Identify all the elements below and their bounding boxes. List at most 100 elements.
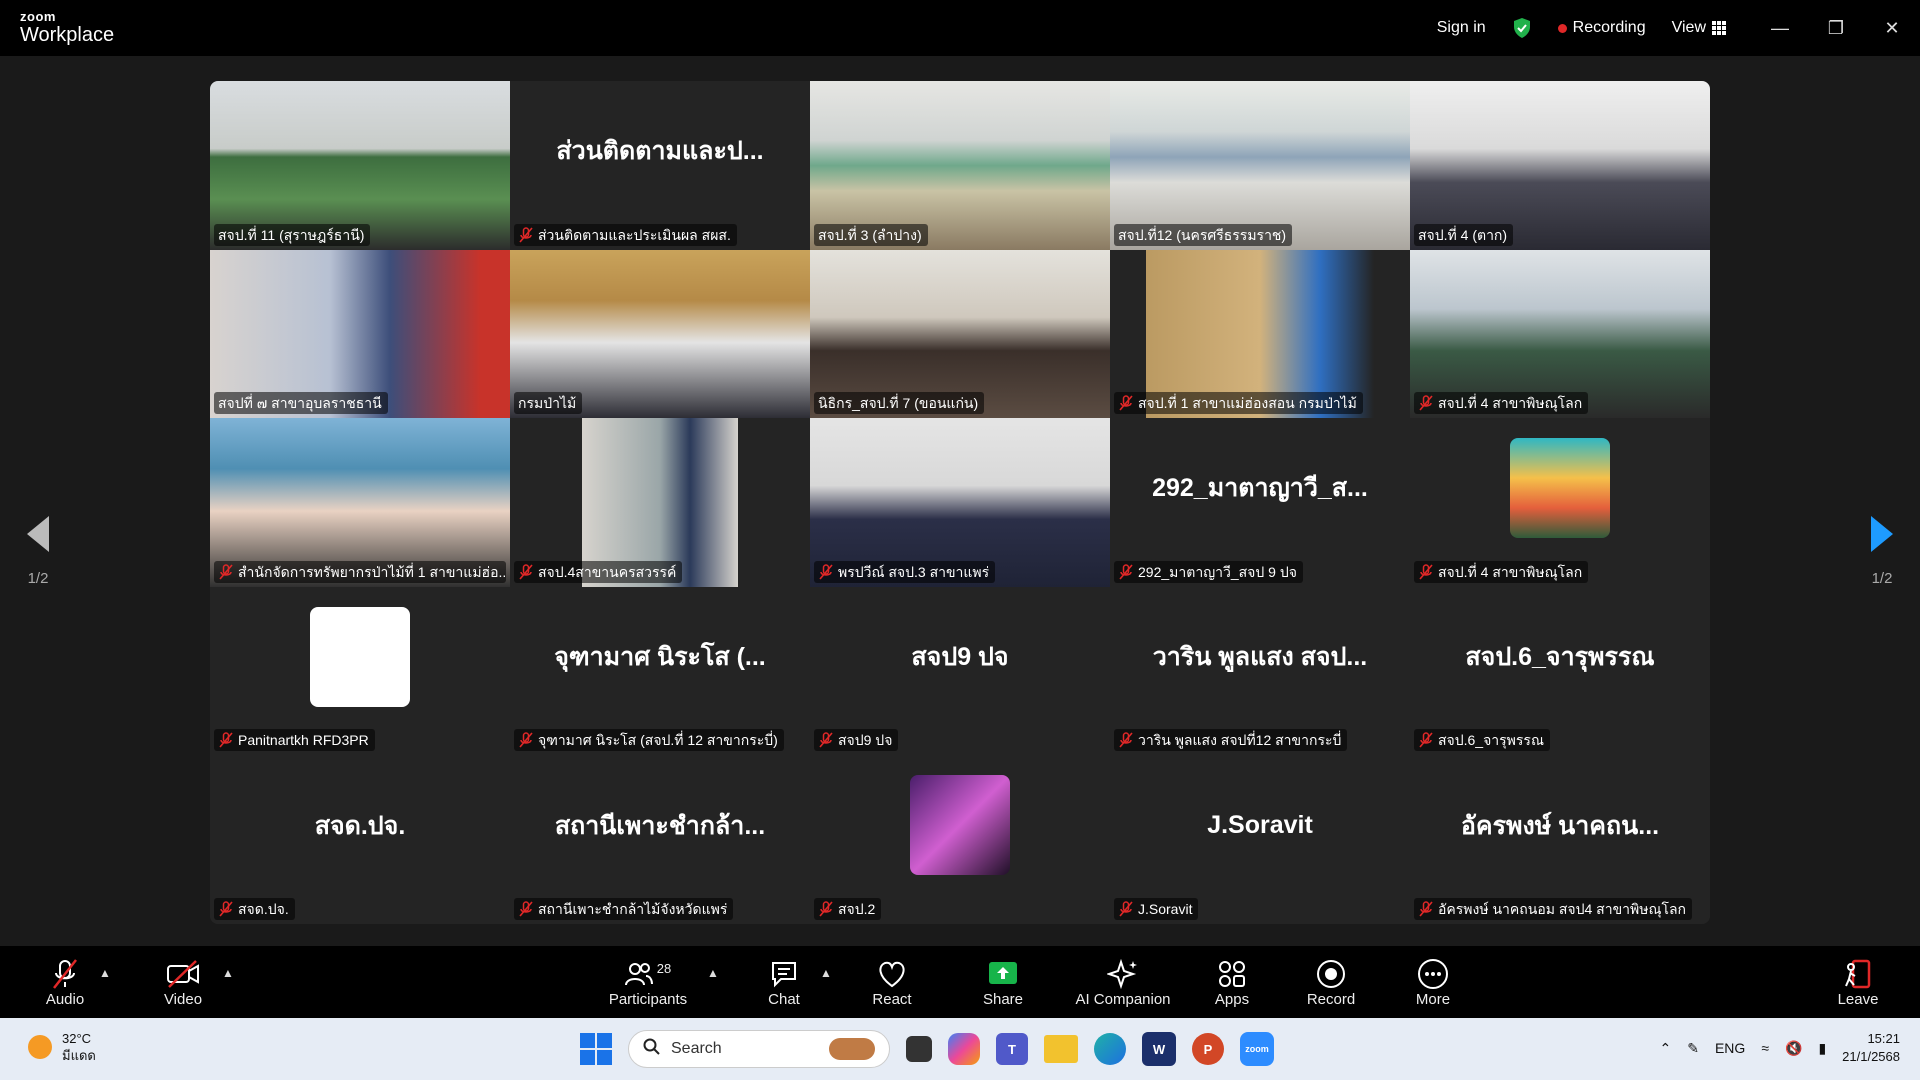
more-label: More (1415, 990, 1451, 1008)
participant-tile[interactable]: สจป.6_จารุพรรณ สจป.6_จารุพรรณ (1410, 586, 1710, 756)
participant-tile[interactable]: 292_มาตาญาวี_ส... 292_มาตาญาวี_สจป 9 ปจ (1110, 418, 1410, 587)
mic-muted-icon (1419, 564, 1433, 580)
windows-taskbar: 32°C มีแดด Search T W P zoom ⌃ ✎ ENG ≈ 🔇… (0, 1018, 1920, 1080)
participant-label-text: สจป.ที่ 4 สาขาพิษณุโลก (1438, 395, 1583, 412)
participant-tile[interactable]: กรมป่าไม้ (510, 249, 810, 419)
audio-label: Audio (45, 990, 85, 1008)
task-view-icon[interactable] (906, 1036, 932, 1062)
taskbar-search[interactable]: Search (628, 1030, 890, 1068)
participants-icon: 28 (624, 957, 671, 991)
participant-name-label: 292_มาตาญาวี_สจป 9 ปจ (1114, 560, 1303, 583)
participant-tile[interactable]: สำนักจัดการทรัพยากรป่าไม้ที่ 1 สาขาแม่ฮ่… (210, 418, 510, 587)
share-button[interactable]: Share (977, 946, 1029, 1018)
recording-indicator[interactable]: Recording (1557, 19, 1646, 37)
edge-icon[interactable] (1094, 1033, 1126, 1065)
participant-name-label: สถานีเพาะชำกล้าไม้จังหวัดแพร่ (514, 897, 734, 920)
mic-muted-icon (1119, 901, 1133, 917)
sign-in-button[interactable]: Sign in (1437, 19, 1486, 37)
chat-button[interactable]: Chat (762, 946, 806, 1018)
participant-tile[interactable]: สจป.2 (810, 755, 1110, 924)
participant-label-text: กรมป่าไม้ (518, 395, 577, 412)
chevron-up-icon[interactable]: ⌃ (1660, 1040, 1672, 1057)
participant-name-label: พรปวีณ์ สจป.3 สาขาแพร่ (814, 560, 996, 583)
powerpoint-icon[interactable]: P (1192, 1033, 1224, 1065)
video-label: Video (163, 990, 203, 1008)
participant-tile[interactable]: ส่วนติดตามและป... ส่วนติดตามและประเมินผล … (510, 81, 810, 250)
participant-tile[interactable]: สจป.ที่ 4 สาขาพิษณุโลก (1410, 418, 1710, 587)
leave-door-icon (1843, 957, 1873, 991)
participant-tile[interactable]: อัครพงษ์ นาคถน... อัครพงษ์ นาคถนอม สจป4 ส… (1410, 755, 1710, 924)
participant-tile[interactable]: สจด.ปจ. สจด.ปจ. (210, 755, 510, 924)
battery-icon[interactable]: ▮ (1818, 1040, 1826, 1057)
react-button[interactable]: React (867, 946, 917, 1018)
participant-label-text: สจป.6_จารุพรรณ (1438, 732, 1544, 749)
ai-companion-button[interactable]: AI Companion (1072, 946, 1174, 1018)
video-options-caret[interactable]: ▲ (222, 966, 234, 980)
participant-label-text: 292_มาตาญาวี_สจป 9 ปจ (1138, 563, 1297, 580)
participant-name-label: อัครพงษ์ นาคถนอม สจป4 สาขาพิษณุโลก (1414, 897, 1693, 920)
participant-tile[interactable]: สจป.ที่ 4 (ตาก) (1410, 81, 1710, 250)
participant-avatar (910, 775, 1010, 876)
windows-start-icon[interactable] (580, 1033, 612, 1065)
teams-icon[interactable]: T (996, 1033, 1028, 1065)
copilot-icon[interactable] (948, 1033, 980, 1065)
participant-tile[interactable]: นิธิกร_สจป.ที่ 7 (ขอนแก่น) (810, 249, 1110, 419)
speaker-muted-icon[interactable]: 🔇 (1785, 1040, 1802, 1057)
minimize-button[interactable]: — (1752, 0, 1808, 56)
apps-button[interactable]: Apps (1210, 946, 1254, 1018)
participant-tile[interactable]: สจป.ที่ 11 (สุราษฎร์ธานี) (210, 81, 510, 250)
leave-button[interactable]: Leave (1836, 946, 1880, 1018)
participant-tile[interactable]: Panitnartkh RFD3PR (210, 586, 510, 756)
pen-icon[interactable]: ✎ (1687, 1040, 1699, 1057)
share-label: Share (982, 990, 1024, 1008)
participant-name-label: สจป.6_จารุพรรณ (1414, 729, 1550, 752)
participant-tile[interactable]: สจปที่ ๗ สาขาอุบลราชธานี (210, 249, 510, 419)
participant-avatar (1510, 438, 1610, 539)
participant-display-name: สถานีเพาะชำกล้า... (554, 811, 766, 840)
view-button[interactable]: View (1672, 19, 1726, 37)
audio-button[interactable]: Audio (40, 946, 90, 1018)
participants-options-caret[interactable]: ▲ (707, 966, 719, 980)
participants-button[interactable]: 28 Participants (605, 946, 691, 1018)
participant-name-label: สำนักจัดการทรัพยากรป่าไม้ที่ 1 สาขาแม่ฮ่… (214, 560, 506, 583)
participant-tile[interactable]: สจป.ที่12 (นครศรีธรรมราช) (1110, 81, 1410, 250)
mic-muted-icon (219, 564, 233, 580)
audio-options-caret[interactable]: ▲ (99, 966, 111, 980)
mic-muted-icon (819, 564, 833, 580)
file-explorer-icon[interactable] (1044, 1035, 1078, 1063)
next-page-button[interactable]: 1/2 (1852, 476, 1912, 626)
previous-page-button[interactable]: 1/2 (8, 476, 68, 626)
participant-label-text: จุฑามาศ นิระโส (สจป.ที่ 12 สาขากระบี่) (538, 732, 778, 749)
participant-name-label: สจป9 ปจ (814, 729, 899, 752)
participant-tile[interactable]: สจป9 ปจ สจป9 ปจ (810, 586, 1110, 756)
participant-name-label: สจปที่ ๗ สาขาอุบลราชธานี (214, 392, 388, 415)
participant-tile[interactable]: สจป.ที่ 1 สาขาแม่ฮ่องสอน กรมป่าไม้ (1110, 249, 1410, 419)
participant-tile[interactable]: J.Soravit J.Soravit (1110, 755, 1410, 924)
view-label: View (1671, 19, 1706, 36)
weather-widget[interactable]: 32°C มีแดด (28, 1030, 96, 1064)
participant-tile[interactable]: สจป.ที่ 3 (ลำปาง) (810, 81, 1110, 250)
participant-tile[interactable]: จุฑามาศ นิระโส (... จุฑามาศ นิระโส (สจป.ท… (510, 586, 810, 756)
meeting-toolbar: Audio ▲ Video ▲ 28 Participants ▲ Chat ▲… (0, 946, 1920, 1018)
close-button[interactable]: ✕ (1864, 0, 1920, 56)
record-button[interactable]: Record (1304, 946, 1358, 1018)
chat-options-caret[interactable]: ▲ (820, 966, 832, 980)
language-indicator[interactable]: ENG (1715, 1040, 1745, 1056)
restore-button[interactable]: ❐ (1808, 0, 1864, 56)
participant-display-name: สจด.ปจ. (314, 811, 406, 840)
webex-icon[interactable]: W (1142, 1032, 1176, 1066)
clock[interactable]: 15:21 21/1/2568 (1842, 1030, 1900, 1066)
wifi-icon[interactable]: ≈ (1761, 1040, 1769, 1056)
participant-tile[interactable]: สถานีเพาะชำกล้า... สถานีเพาะชำกล้าไม้จังห… (510, 755, 810, 924)
participant-name-label: สจป.4สาขานครสวรรค์ (514, 560, 683, 583)
video-button[interactable]: Video (160, 946, 206, 1018)
zoom-taskbar-icon[interactable]: zoom (1240, 1032, 1274, 1066)
more-button[interactable]: More (1410, 946, 1456, 1018)
encryption-shield-icon[interactable] (1512, 17, 1532, 39)
participant-tile[interactable]: สจป.ที่ 4 สาขาพิษณุโลก (1410, 249, 1710, 419)
participant-name-label: สจป.ที่ 4 (ตาก) (1414, 223, 1514, 246)
participant-tile[interactable]: วาริน พูลแสง สจป... วาริน พูลแสง สจปที่12… (1110, 586, 1410, 756)
participant-display-name: วาริน พูลแสง สจป... (1152, 643, 1368, 672)
participant-tile[interactable]: พรปวีณ์ สจป.3 สาขาแพร่ (810, 418, 1110, 587)
participant-tile[interactable]: สจป.4สาขานครสวรรค์ (510, 418, 810, 587)
